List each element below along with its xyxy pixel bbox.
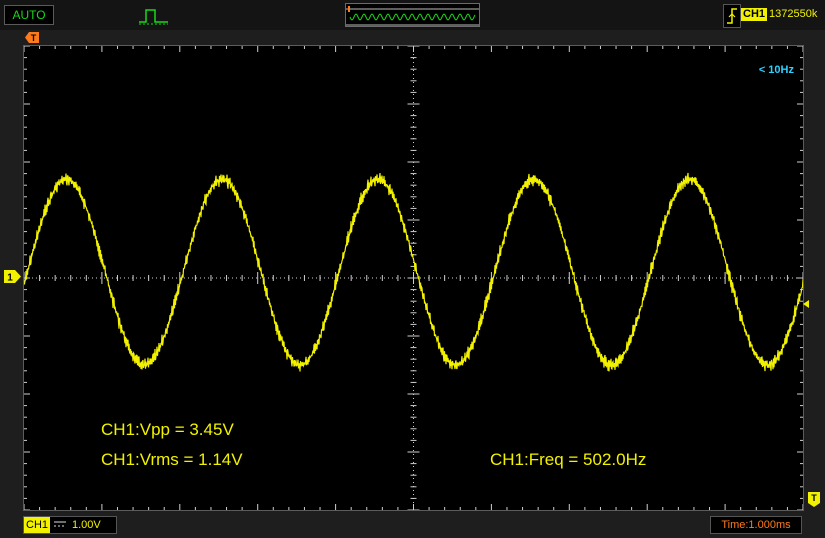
frequency-indicator: < 10Hz [758,64,794,76]
trigger-mode-button[interactable]: AUTO [4,5,54,25]
vrms-measurement: CH1:Vrms = 1.14V [101,450,243,469]
bottom-status-bar: CH1 1.00V Time:1.000ms [0,511,825,538]
trigger-position-label: T [31,33,37,43]
scope-grid [24,46,803,510]
channel-scale-readout[interactable]: CH1 1.00V [23,516,117,534]
trigger-level-t-label: T [811,493,817,503]
channel-level-marker[interactable]: 1 [4,270,21,283]
top-toolbar: AUTO CH1 1372550k [0,0,825,30]
scope-display[interactable]: < 10Hz CH1:Vpp = 3.45V CH1:Vrms = 1.14V … [23,45,804,511]
trigger-level-marker[interactable] [803,300,809,308]
channel-level-label: 1 [7,273,13,284]
trigger-position-marker[interactable]: T [25,32,39,43]
channel-badge: CH1 [24,517,51,533]
freq-measurement: CH1:Freq = 502.0Hz [490,450,647,469]
rising-edge-glyph [727,8,737,24]
time-base-readout[interactable]: Time:1.000ms [710,516,802,534]
trigger-source-badge[interactable]: CH1 [741,8,768,21]
vpp-measurement: CH1:Vpp = 3.45V [101,420,234,439]
overview-trace [346,6,479,26]
trigger-value-readout: 1372550k [769,8,818,20]
volts-per-div: 1.00V [72,519,101,531]
pulse-trigger-icon[interactable] [138,4,170,26]
dc-coupling-icon [54,521,66,527]
waveform-overview[interactable] [345,3,480,27]
rising-edge-icon[interactable] [723,4,741,28]
trigger-level-t-marker[interactable]: T [808,492,820,507]
